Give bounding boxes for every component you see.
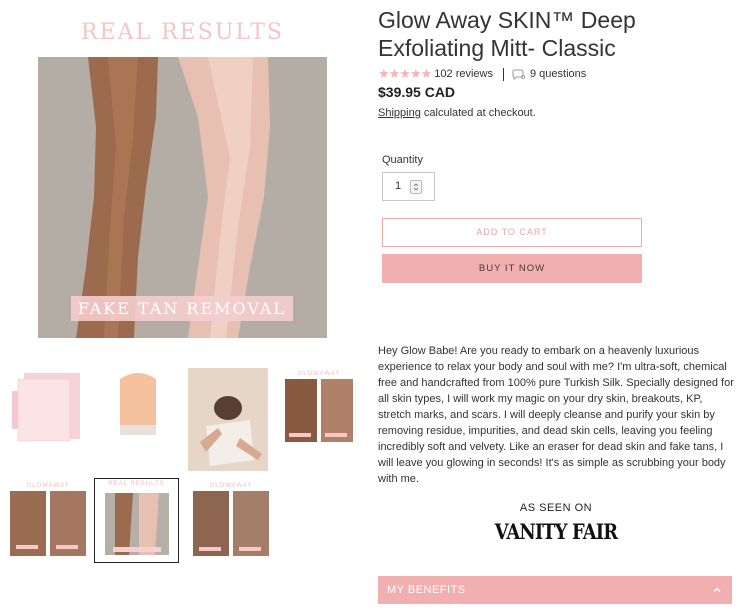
thumbnail-packaging[interactable] (8, 369, 88, 444)
thumbnail-before-after-2[interactable]: GLOWAWAY (8, 481, 88, 556)
my-benefits-accordion[interactable]: MY BENEFITS (378, 576, 732, 604)
thumbnail-fake-tan-removal[interactable]: REAL RESULTS (94, 478, 179, 563)
shipping-link[interactable]: Shipping (378, 107, 421, 119)
product-price: $39.95 CAD (378, 84, 456, 100)
buy-it-now-button[interactable]: BUY IT NOW (382, 254, 642, 283)
quantity-stepper[interactable] (410, 180, 422, 194)
stepper-arrows-icon (413, 183, 419, 191)
featured-caption-bottom: FAKE TAN REMOVAL (71, 296, 293, 321)
quantity-value: 1 (395, 180, 402, 192)
thumbnail-label: REAL RESULTS (108, 481, 165, 487)
questions-link[interactable]: 9 questions (530, 68, 586, 80)
featured-caption-top: REAL RESULTS (81, 20, 284, 45)
product-description: Hey Glow Babe! Are you ready to embark o… (378, 345, 734, 485)
featured-image[interactable]: REAL RESULTS FAKE TAN REMOVAL (0, 0, 365, 345)
star-rating-icon[interactable]: ★★★★★ (378, 66, 432, 82)
thumbnail-model[interactable] (188, 368, 268, 471)
product-gallery: REAL RESULTS FAKE TAN REMOVAL GLOWAWAY G… (0, 0, 365, 611)
shipping-text: calculated at checkout. (420, 107, 536, 119)
quantity-label: Quantity (382, 154, 423, 166)
my-benefits-label: MY BENEFITS (387, 584, 466, 596)
shipping-note: Shipping calculated at checkout. (378, 107, 536, 119)
rating-row: ★★★★★ 102 reviews 9 questions (378, 66, 586, 82)
reviews-link[interactable]: 102 reviews (434, 68, 493, 80)
product-info: Glow Away SKIN™ Deep Exfoliating Mitt- C… (378, 0, 748, 611)
thumbnail-before-after-1[interactable]: GLOWAWAY (279, 369, 359, 444)
as-seen-on-label: AS SEEN ON (519, 502, 593, 514)
divider (502, 67, 504, 81)
thumbnail-label: GLOWAWAY (209, 483, 253, 489)
quantity-input[interactable]: 1 (382, 172, 435, 201)
product-title: Glow Away SKIN™ Deep Exfoliating Mitt- C… (378, 7, 636, 61)
chevron-up-icon (713, 587, 721, 592)
thumbnail-mitt[interactable] (98, 369, 178, 444)
speech-bubble-icon (512, 69, 525, 80)
add-to-cart-button[interactable]: ADD TO CART (382, 218, 642, 247)
vanity-fair-logo: VANITY FAIR (494, 519, 618, 544)
thumbnail-label: GLOWAWAY (26, 483, 70, 489)
thumbnail-label: GLOWAWAY (297, 371, 341, 377)
thumbnail-before-after-3[interactable]: GLOWAWAY (191, 481, 271, 556)
